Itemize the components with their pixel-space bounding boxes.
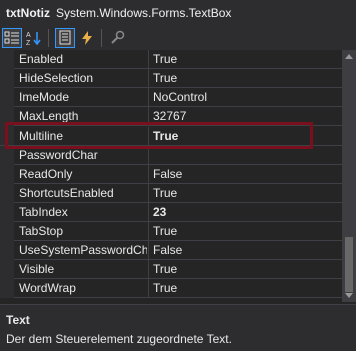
property-name: TabIndex <box>19 205 68 219</box>
property-name: ReadOnly <box>19 167 73 181</box>
property-row[interactable]: TabStop True <box>0 222 342 241</box>
property-pages-icon[interactable] <box>108 28 128 48</box>
property-name: Visible <box>19 262 55 276</box>
scroll-up-icon[interactable] <box>345 54 353 59</box>
property-row[interactable]: WordWrap True <box>0 279 342 298</box>
property-name: UseSystemPasswordCha <box>19 243 147 257</box>
properties-toolbar: A Z <box>0 26 356 50</box>
description-text: Der dem Steuerelement zugeordnete Text. <box>6 332 232 346</box>
description-title: Text <box>6 313 30 327</box>
property-value[interactable]: True <box>148 279 342 298</box>
object-name: txtNotiz <box>6 6 50 20</box>
property-row[interactable]: HideSelection True <box>0 69 342 88</box>
toolbar-separator <box>101 29 102 47</box>
property-name: ImeMode <box>19 90 70 104</box>
toolbar-separator <box>48 29 49 47</box>
property-value[interactable] <box>148 146 342 165</box>
property-name: PasswordChar <box>19 148 98 162</box>
alphabetical-icon[interactable]: A Z <box>24 28 44 48</box>
property-row[interactable]: TabIndex 23 <box>0 203 342 222</box>
scrollbar-thumb[interactable] <box>345 237 353 292</box>
svg-text:A: A <box>26 32 31 39</box>
property-value[interactable]: False <box>148 165 342 184</box>
events-icon[interactable] <box>77 28 97 48</box>
description-panel: Text Der dem Steuerelement zugeordnete T… <box>0 304 356 351</box>
property-value[interactable]: 32767 <box>148 107 342 126</box>
property-grid: Enabled True HideSelection True ImeMode … <box>0 50 356 302</box>
property-value[interactable]: True <box>148 184 342 203</box>
property-name: WordWrap <box>19 281 76 295</box>
property-value[interactable]: False <box>148 241 342 260</box>
object-type: System.Windows.Forms.TextBox <box>56 6 232 20</box>
property-name: Multiline <box>19 129 64 143</box>
property-name: ShortcutsEnabled <box>19 186 114 200</box>
properties-icon[interactable] <box>55 28 75 48</box>
scroll-down-icon[interactable] <box>345 293 353 298</box>
property-value[interactable]: True <box>148 260 342 279</box>
property-name: Enabled <box>19 52 64 66</box>
property-value[interactable]: True <box>148 222 342 241</box>
property-value[interactable]: True <box>148 69 342 88</box>
property-row[interactable]: PasswordChar <box>0 146 342 165</box>
property-row[interactable]: Enabled True <box>0 50 342 69</box>
property-row[interactable]: ReadOnly False <box>0 165 342 184</box>
property-row[interactable]: ImeMode NoControl <box>0 88 342 107</box>
property-value[interactable]: True <box>148 127 342 146</box>
property-value[interactable]: True <box>148 50 342 69</box>
property-name: MaxLength <box>19 109 79 123</box>
property-value[interactable]: NoControl <box>148 88 342 107</box>
property-value[interactable]: 23 <box>148 203 342 222</box>
property-row[interactable]: MaxLength 32767 <box>0 107 342 126</box>
property-name: TabStop <box>19 224 64 238</box>
svg-text:Z: Z <box>26 40 31 46</box>
properties-header: txtNotiz System.Windows.Forms.TextBox <box>0 0 356 26</box>
property-row[interactable]: UseSystemPasswordCha False <box>0 241 342 260</box>
vertical-scrollbar[interactable] <box>342 50 356 302</box>
property-name: HideSelection <box>19 71 94 85</box>
property-row[interactable]: Visible True <box>0 260 342 279</box>
property-row[interactable]: Multiline True <box>0 126 342 146</box>
categorized-icon[interactable] <box>2 28 22 48</box>
property-row[interactable]: ShortcutsEnabled True <box>0 184 342 203</box>
